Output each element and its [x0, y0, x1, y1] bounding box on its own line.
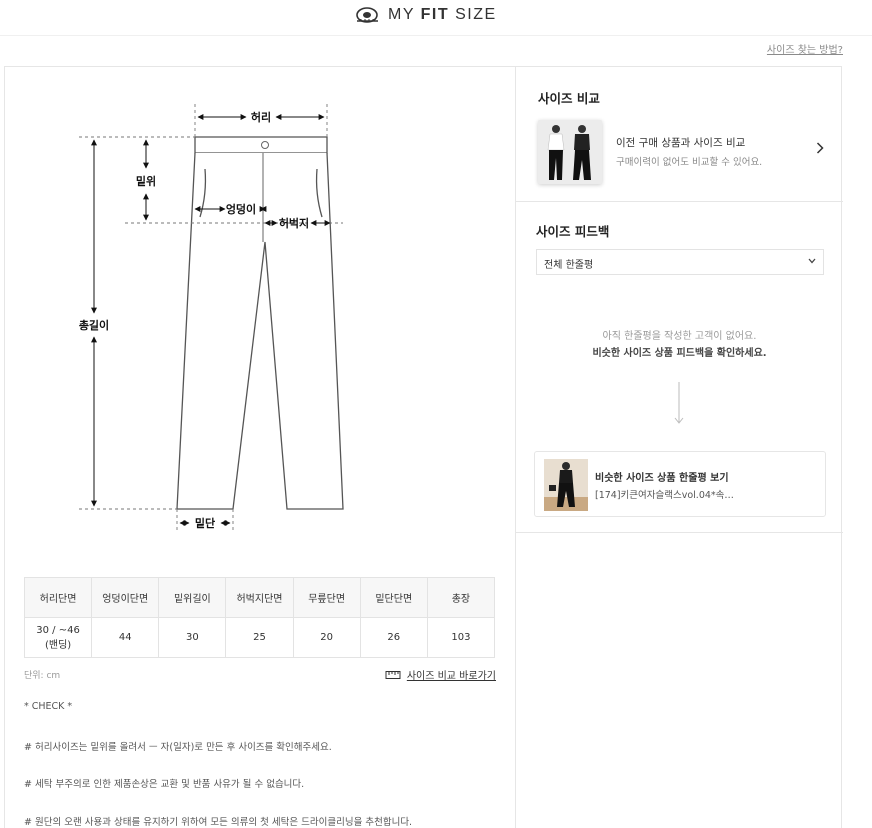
pants-outline: [176, 136, 344, 510]
chevron-down-icon: [807, 254, 817, 271]
table-cell: 30: [158, 617, 227, 658]
header-divider: [0, 35, 872, 36]
label-length: 총길이: [79, 318, 109, 332]
size-compare-section: 사이즈 비교 이전 구매 상품과 사이즈 비교 구매이력이 없어도 비교할 수 …: [516, 67, 843, 202]
empty-feedback-message: 아직 한줄평을 작성한 고객이 없어요.: [602, 331, 757, 342]
label-rise: 밑위: [136, 175, 156, 188]
waist-button: [261, 141, 269, 149]
compare-product-thumbnail: [538, 120, 602, 184]
table-header: 밑위길이: [158, 577, 227, 618]
size-panel: 허리 밑위 엉덩이 허벅지 총길이 밑단 허리단면 엉덩이단면 밑위길이 허벅지…: [4, 66, 843, 828]
size-guide-link[interactable]: 사이즈 찾는 방법?: [767, 41, 843, 56]
label-hip: 엉덩이: [226, 202, 256, 216]
table-row: 30 / ~46 (밴딩) 44 30 25 20 26 103: [23, 617, 496, 658]
brand-logo: MY FIT SIZE: [354, 6, 497, 24]
unit-row: 단위: cm 사이즈 비교 바로가기: [24, 667, 496, 682]
size-compare-card[interactable]: 이전 구매 상품과 사이즈 비교 구매이력이 없어도 비교할 수 있어요.: [538, 120, 828, 184]
size-compare-title: 사이즈 비교: [538, 91, 600, 106]
table-cell: 20: [292, 617, 361, 658]
left-column: 허리 밑위 엉덩이 허벅지 총길이 밑단 허리단면 엉덩이단면 밑위길이 허벅지…: [5, 67, 515, 828]
table-header: 허벅지단면: [225, 577, 294, 618]
brand-name: MY FIT SIZE: [388, 6, 497, 23]
compare-card-description: 구매이력이 없어도 비교할 수 있어요.: [616, 157, 763, 168]
note-line: # 원단의 오랜 사용과 상태를 유지하기 위하여 모든 의류의 첫 세탁은 드…: [24, 816, 413, 828]
size-table: 허리단면 엉덩이단면 밑위길이 허벅지단면 무릎단면 밑단단면 총장 30 / …: [23, 577, 496, 658]
note-line: # 허리사이즈는 밑위를 올려서 ㅡ 자(일자)로 만든 후 사이즈를 확인해주…: [24, 741, 332, 753]
pants-size-diagram: 허리 밑위 엉덩이 허벅지 총길이 밑단: [79, 104, 344, 531]
size-feedback-title: 사이즈 피드백: [536, 224, 610, 239]
table-cell: 25: [225, 617, 294, 658]
table-cell: 30 / ~46 (밴딩): [23, 617, 93, 658]
size-compare-link-label: 사이즈 비교 바로가기: [406, 671, 496, 682]
similar-review-title: 비슷한 사이즈 상품 한줄평 보기: [595, 473, 729, 484]
table-cell: 26: [359, 617, 428, 658]
note-line: * CHECK *: [24, 701, 73, 712]
table-header: 밑단단면: [359, 577, 428, 618]
right-column: 사이즈 비교 이전 구매 상품과 사이즈 비교 구매이력이 없어도 비교할 수 …: [515, 67, 843, 828]
similar-feedback-prompt: 비슷한 사이즈 상품 피드백을 확인하세요.: [592, 348, 767, 359]
header: MY FIT SIZE: [0, 0, 872, 36]
note-line: # 세탁 부주의로 인한 제품손상은 교환 및 반품 사유가 될 수 없습니다.: [24, 779, 305, 790]
feedback-filter-select[interactable]: 전체 한줄평: [536, 249, 824, 275]
label-waist: 허리: [251, 110, 271, 124]
feedback-filter-value: 전체 한줄평: [544, 260, 594, 271]
tape-measure-icon: [356, 7, 378, 23]
size-compare-link[interactable]: 사이즈 비교 바로가기: [385, 667, 496, 682]
table-header: 총장: [426, 577, 496, 618]
similar-review-product-name: [174]키큰여자슬랙스vol.04*속…: [595, 490, 734, 501]
label-thigh: 허벅지: [279, 216, 309, 230]
ruler-icon: [385, 670, 401, 679]
similar-product-thumbnail: [544, 459, 588, 511]
label-hem: 밑단: [195, 516, 215, 530]
size-feedback-section: 사이즈 피드백 전체 한줄평 아직 한줄평을 작성한 고객이 없어요. 비슷한 …: [516, 203, 843, 533]
table-cell: 44: [91, 617, 160, 658]
unit-label: 단위: cm: [24, 671, 61, 681]
arrow-down-icon: [674, 382, 684, 424]
table-header: 엉덩이단면: [91, 577, 160, 618]
similar-size-review-card[interactable]: 비슷한 사이즈 상품 한줄평 보기 [174]키큰여자슬랙스vol.04*속…: [534, 451, 826, 517]
table-header-row: 허리단면 엉덩이단면 밑위길이 허벅지단면 무릎단면 밑단단면 총장: [23, 577, 496, 618]
compare-card-title: 이전 구매 상품과 사이즈 비교: [616, 137, 746, 149]
table-cell: 103: [426, 617, 496, 658]
care-notes: * CHECK * # 허리사이즈는 밑위를 올려서 ㅡ 자(일자)로 만든 후…: [24, 701, 504, 828]
chevron-right-icon: [816, 142, 824, 158]
table-header: 허리단면: [23, 577, 93, 618]
table-header: 무릎단면: [292, 577, 361, 618]
